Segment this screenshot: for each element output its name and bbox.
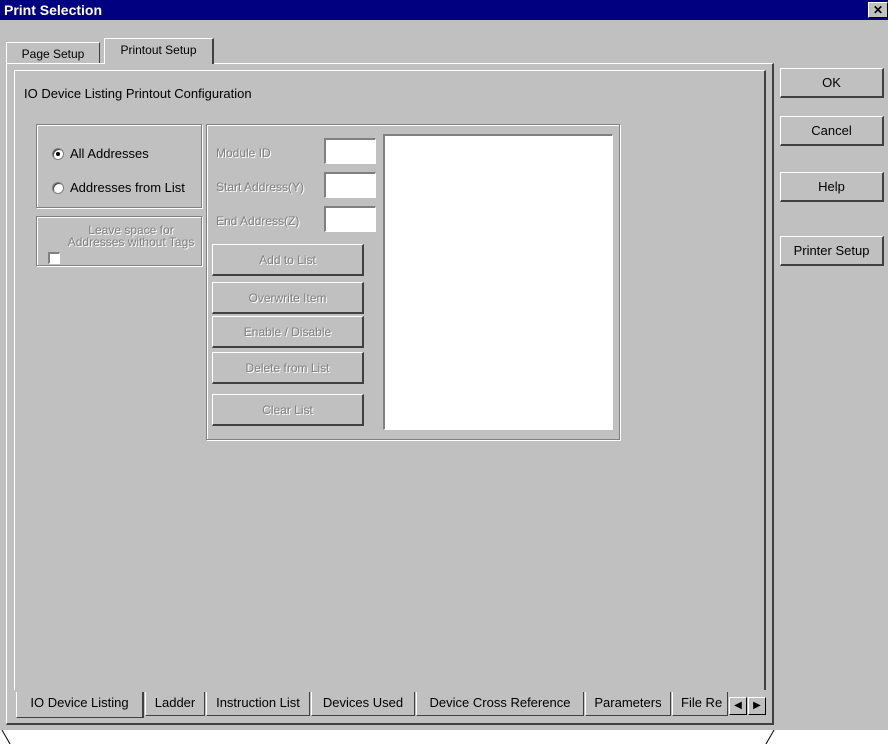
title-bar: Print Selection [0, 0, 888, 20]
delete-from-list-button[interactable]: Delete from List [212, 352, 364, 384]
all-addresses-label: All Addresses [70, 146, 149, 161]
add-to-list-button[interactable]: Add to List [212, 244, 364, 276]
start-address-field[interactable] [324, 172, 376, 198]
right-arrow-icon: ▶ [753, 700, 761, 711]
ok-button[interactable]: OK [780, 68, 884, 98]
tab-io-device-listing-label: IO Device Listing [30, 695, 129, 710]
end-address-label: End Address(Z) [216, 214, 300, 228]
printer-setup-button[interactable]: Printer Setup [780, 236, 884, 266]
leave-space-label: Leave space for Addresses without Tags [67, 223, 195, 249]
radio-circle-icon [52, 182, 64, 194]
overwrite-item-button[interactable]: Overwrite Item [212, 282, 364, 314]
decorative-corner-lines [1, 729, 775, 744]
close-button[interactable]: ✕ [868, 2, 888, 18]
tab-page-setup-label: Page Setup [21, 47, 85, 61]
tab-page-setup[interactable]: Page Setup [6, 42, 100, 64]
close-icon: ✕ [872, 3, 884, 17]
radio-circle-icon [52, 148, 64, 160]
tab-instruction-list[interactable]: Instruction List [206, 692, 310, 716]
module-id-field[interactable] [324, 138, 376, 164]
enable-disable-button[interactable]: Enable / Disable [212, 316, 364, 348]
tab-parameters[interactable]: Parameters [585, 692, 671, 716]
tab-io-device-listing[interactable]: IO Device Listing [16, 692, 144, 718]
tab-printout-setup-label: Printout Setup [120, 43, 197, 57]
left-arrow-icon: ◀ [734, 700, 742, 711]
help-button[interactable]: Help [780, 172, 884, 202]
tab-ladder-label: Ladder [154, 695, 196, 710]
address-list-box[interactable] [383, 134, 613, 430]
tab-scroll-right-button[interactable]: ▶ [748, 697, 766, 715]
clear-list-button[interactable]: Clear List [212, 394, 364, 426]
start-address-label: Start Address(Y) [216, 180, 305, 194]
tab-device-cross-reference-label: Device Cross Reference [429, 695, 571, 710]
all-addresses-radio[interactable]: All Addresses [52, 146, 192, 164]
addresses-from-list-radio[interactable]: Addresses from List [52, 180, 200, 198]
tab-file-reference-label: File Re [681, 695, 723, 710]
end-address-field[interactable] [324, 206, 376, 232]
tab-ladder[interactable]: Ladder [145, 692, 205, 716]
leave-space-checkbox[interactable] [48, 252, 60, 264]
tab-parameters-label: Parameters [594, 695, 662, 710]
tab-device-cross-reference[interactable]: Device Cross Reference [416, 692, 584, 716]
tab-instruction-list-label: Instruction List [216, 695, 300, 710]
window-title: Print Selection [4, 2, 103, 18]
section-title: IO Device Listing Printout Configuration [24, 86, 252, 101]
tab-devices-used[interactable]: Devices Used [311, 692, 415, 716]
tab-devices-used-label: Devices Used [322, 695, 404, 710]
tab-scroll-left-button[interactable]: ◀ [729, 697, 747, 715]
tab-file-reference[interactable]: File Re [672, 692, 728, 716]
tab-printout-setup[interactable]: Printout Setup [104, 38, 214, 64]
radio-dot-icon [56, 152, 60, 156]
cancel-button[interactable]: Cancel [780, 116, 884, 146]
addresses-from-list-label: Addresses from List [70, 180, 185, 195]
module-id-label: Module ID [216, 146, 271, 160]
